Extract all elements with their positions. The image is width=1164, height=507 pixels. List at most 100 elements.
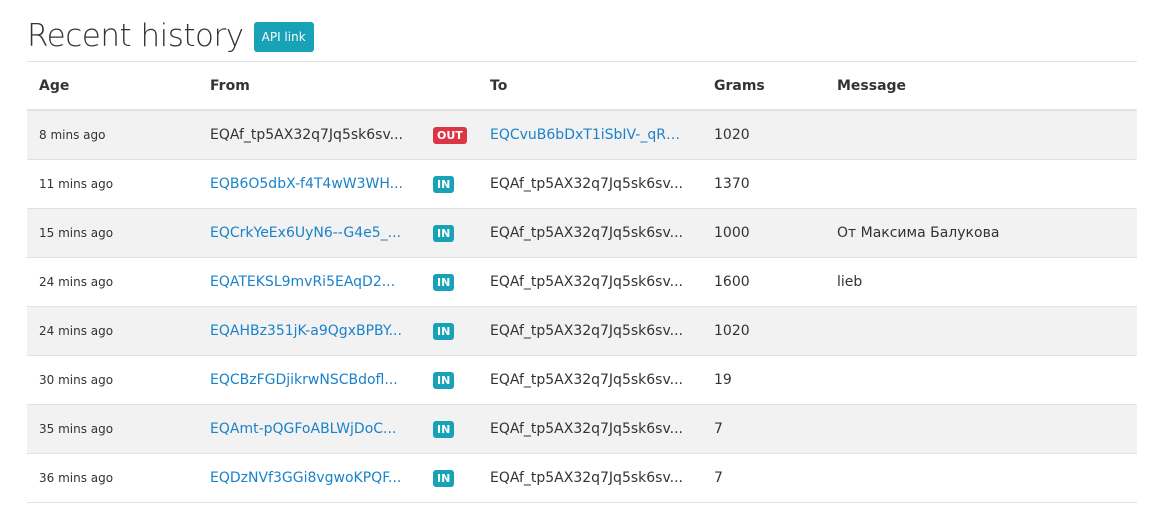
direction-cell: IN [421, 404, 478, 454]
column-header-grams: Grams [702, 62, 825, 111]
age-cell: 15 mins ago [27, 208, 198, 258]
direction-badge-in: IN [433, 420, 455, 438]
table-row: 30 mins ago EQCBzFGDjikrwNSCBdofl... IN EQA… [27, 355, 1137, 405]
grams-value: 1020 [714, 323, 750, 339]
from-address-link[interactable]: EQB6O5dbX-f4T4wW3WH... [210, 176, 403, 192]
from-cell: EQCrkYeEx6UyN6--G4e5_... [198, 208, 421, 258]
grams-cell: 1600 [702, 257, 825, 307]
to-cell: EQAf_tp5AX32q7Jq5sk6sv... [478, 404, 702, 454]
to-address: EQAf_tp5AX32q7Jq5sk6sv... [490, 372, 684, 388]
direction-cell: IN [421, 355, 478, 405]
message-cell: lieb [825, 257, 1137, 307]
to-address: EQAf_tp5AX32q7Jq5sk6sv... [490, 274, 684, 290]
age-text: 35 mins ago [39, 422, 114, 436]
message-cell: От Максима Балукова [825, 208, 1137, 258]
history-table-container: Age From To Grams Message 8 mins ago EQAf… [27, 61, 1137, 503]
from-address: EQAf_tp5AX32q7Jq5sk6sv... [210, 127, 404, 143]
grams-value: 7 [714, 470, 723, 486]
age-cell: 24 mins ago [27, 257, 198, 307]
to-address: EQAf_tp5AX32q7Jq5sk6sv... [490, 225, 684, 241]
direction-badge-in: IN [433, 322, 455, 340]
grams-cell: 1020 [702, 306, 825, 356]
direction-badge-in: IN [433, 371, 455, 389]
to-cell: EQAf_tp5AX32q7Jq5sk6sv... [478, 453, 702, 503]
to-address: EQAf_tp5AX32q7Jq5sk6sv... [490, 176, 684, 192]
table-body: 8 mins ago EQAf_tp5AX32q7Jq5sk6sv... OUT EQ… [27, 110, 1137, 503]
to-cell: EQAf_tp5AX32q7Jq5sk6sv... [478, 208, 702, 258]
table-row: 24 mins ago EQAHBz351jK-a9QgxBPBY... IN EQA… [27, 306, 1137, 356]
message-cell [825, 453, 1137, 503]
message-cell [825, 306, 1137, 356]
message-text: lieb [837, 274, 863, 290]
direction-cell: IN [421, 208, 478, 258]
api-link-button[interactable]: API link [253, 22, 314, 52]
table-row: 36 mins ago EQDzNVf3GGi8vgwoKPQF... IN EQAf… [27, 453, 1137, 503]
from-address-link[interactable]: EQCrkYeEx6UyN6--G4e5_... [210, 225, 401, 241]
table-row: 24 mins ago EQATEKSL9mvRi5EAqD2... IN EQAf_… [27, 257, 1137, 307]
direction-cell: IN [421, 159, 478, 209]
grams-value: 1020 [714, 127, 750, 143]
history-table: Age From To Grams Message 8 mins ago EQAf… [27, 62, 1137, 503]
from-address-link[interactable]: EQATEKSL9mvRi5EAqD2... [210, 274, 395, 290]
from-address-link[interactable]: EQDzNVf3GGi8vgwoKPQF... [210, 470, 401, 486]
to-cell: EQAf_tp5AX32q7Jq5sk6sv... [478, 257, 702, 307]
grams-value: 7 [714, 421, 723, 437]
to-address-link[interactable]: EQCvuB6bDxT1iSbIV-_qRh... [490, 127, 688, 143]
table-row: 35 mins ago EQAmt-pQGFoABLWjDoC... IN EQAf_… [27, 404, 1137, 454]
page-title: Recent history [27, 18, 244, 54]
from-cell: EQB6O5dbX-f4T4wW3WH... [198, 159, 421, 209]
age-text: 24 mins ago [39, 275, 114, 289]
to-cell: EQAf_tp5AX32q7Jq5sk6sv... [478, 355, 702, 405]
grams-value: 1370 [714, 176, 750, 192]
from-address-link[interactable]: EQAmt-pQGFoABLWjDoC... [210, 421, 396, 437]
message-cell [825, 404, 1137, 454]
to-address: EQAf_tp5AX32q7Jq5sk6sv... [490, 323, 684, 339]
age-cell: 35 mins ago [27, 404, 198, 454]
from-cell: EQCBzFGDjikrwNSCBdofl... [198, 355, 421, 405]
table-row: 8 mins ago EQAf_tp5AX32q7Jq5sk6sv... OUT EQ… [27, 110, 1137, 160]
direction-cell: IN [421, 306, 478, 356]
age-text: 24 mins ago [39, 324, 114, 338]
from-cell: EQATEKSL9mvRi5EAqD2... [198, 257, 421, 307]
direction-cell: OUT [421, 110, 478, 160]
grams-value: 1000 [714, 225, 750, 241]
to-address: EQAf_tp5AX32q7Jq5sk6sv... [490, 470, 684, 486]
age-text: 11 mins ago [39, 177, 114, 191]
table-row: 11 mins ago EQB6O5dbX-f4T4wW3WH... IN EQAf_… [27, 159, 1137, 209]
column-header-direction [421, 62, 478, 111]
grams-cell: 7 [702, 453, 825, 503]
age-text: 30 mins ago [39, 373, 114, 387]
age-cell: 11 mins ago [27, 159, 198, 209]
age-cell: 30 mins ago [27, 355, 198, 405]
direction-cell: IN [421, 257, 478, 307]
from-address-link[interactable]: EQCBzFGDjikrwNSCBdofl... [210, 372, 398, 388]
age-text: 15 mins ago [39, 226, 114, 240]
direction-badge-in: IN [433, 224, 455, 242]
table-header-row: Age From To Grams Message [27, 62, 1137, 111]
grams-value: 1600 [714, 274, 750, 290]
direction-badge-in: IN [433, 469, 455, 487]
direction-badge-out: OUT [433, 126, 467, 144]
page-header: Recent history API link [27, 14, 314, 58]
from-address-link[interactable]: EQAHBz351jK-a9QgxBPBY... [210, 323, 402, 339]
from-cell: EQAmt-pQGFoABLWjDoC... [198, 404, 421, 454]
age-text: 8 mins ago [39, 128, 106, 142]
message-cell [825, 355, 1137, 405]
message-cell [825, 110, 1137, 160]
to-cell: EQAf_tp5AX32q7Jq5sk6sv... [478, 159, 702, 209]
age-cell: 36 mins ago [27, 453, 198, 503]
age-cell: 24 mins ago [27, 306, 198, 356]
column-header-to: To [478, 62, 702, 111]
from-cell: EQAHBz351jK-a9QgxBPBY... [198, 306, 421, 356]
to-cell: EQCvuB6bDxT1iSbIV-_qRh... [478, 110, 702, 160]
grams-value: 19 [714, 372, 732, 388]
age-cell: 8 mins ago [27, 110, 198, 160]
message-cell [825, 159, 1137, 209]
column-header-from: From [198, 62, 421, 111]
direction-badge-in: IN [433, 175, 455, 193]
from-cell: EQDzNVf3GGi8vgwoKPQF... [198, 453, 421, 503]
to-cell: EQAf_tp5AX32q7Jq5sk6sv... [478, 306, 702, 356]
grams-cell: 7 [702, 404, 825, 454]
direction-cell: IN [421, 453, 478, 503]
grams-cell: 1000 [702, 208, 825, 258]
